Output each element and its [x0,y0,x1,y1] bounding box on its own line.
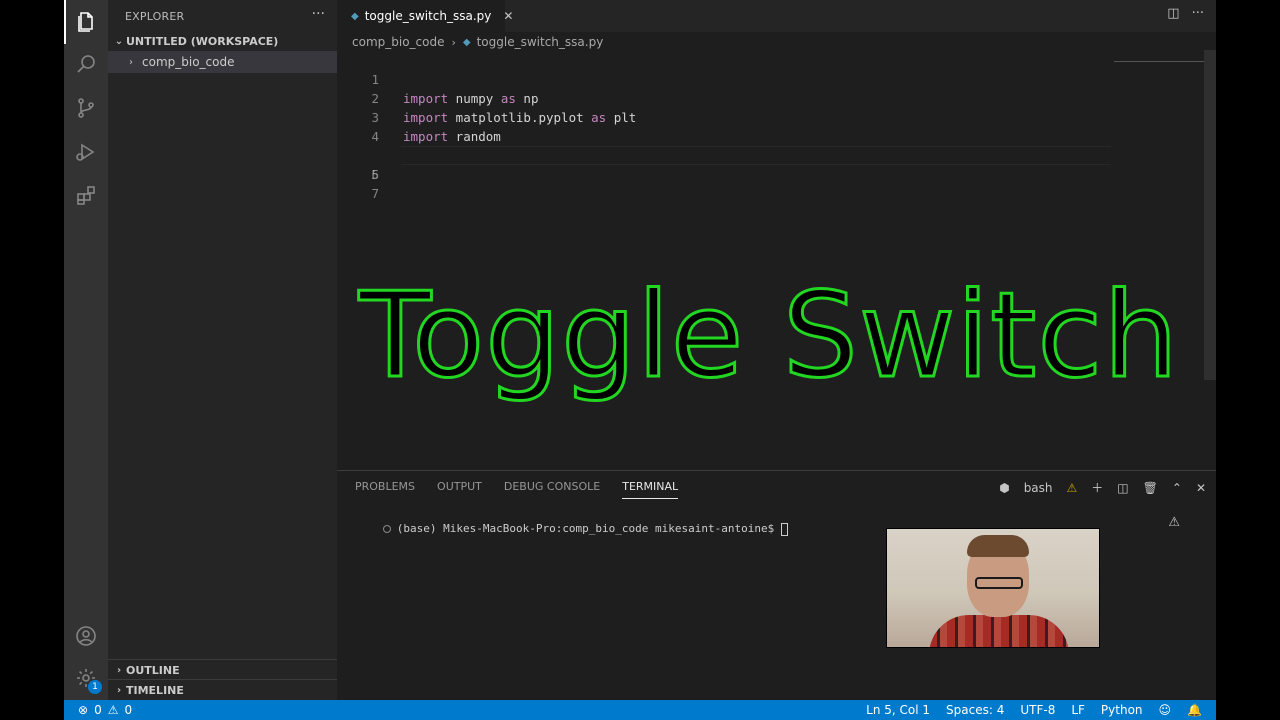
extensions-icon[interactable] [64,174,108,218]
run-debug-icon[interactable] [64,130,108,174]
source-control-icon[interactable] [64,86,108,130]
trash-icon[interactable]: 🗑 [1143,481,1158,495]
tab-debug-console[interactable]: DEBUG CONSOLE [504,480,600,499]
webcam-person-body [929,615,1069,647]
tab-problems[interactable]: PROBLEMS [355,480,415,499]
feedback-icon[interactable]: ☺ [1159,703,1172,717]
code-editor[interactable]: 1 import numpy as np 2 import matplotlib… [337,51,1216,201]
editor-tab[interactable]: ◆ toggle_switch_ssa.py ✕ [337,0,513,32]
language-mode[interactable]: Python [1101,703,1143,717]
webcam-overlay [886,528,1100,648]
chevron-right-icon: › [129,56,133,68]
split-terminal-icon[interactable]: ◫ [1117,481,1128,495]
terminal-shell-name[interactable]: bash [1024,481,1053,495]
status-problems[interactable]: ⊗ 0 ⚠ 0 [78,703,132,717]
notifications-bell-icon[interactable]: 🔔 [1187,703,1202,717]
settings-gear-icon[interactable]: 1 [64,656,108,700]
vscode-window: 1 EXPLORER ··· ⌄ UNTITLED (WORKSPACE) › … [64,0,1216,720]
explorer-files-icon[interactable] [64,0,108,44]
settings-badge: 1 [88,680,102,694]
video-title-overlay: Toggle Switch [357,265,1180,406]
split-editor-icon[interactable]: ◫ [1167,6,1179,21]
panel-actions: ⬢ bash ⚠ ＋ ◫ 🗑 ⌃ ✕ [999,479,1206,496]
outline-label: OUTLINE [126,664,180,677]
warning-icon: ⚠ [107,703,119,717]
circle-icon [382,525,391,533]
activity-bar: 1 [64,0,108,700]
close-panel-icon[interactable]: ✕ [1196,481,1206,495]
code-line[interactable]: 7 [337,165,1216,201]
line-number: 7 [371,186,379,201]
folder-tree-item[interactable]: › comp_bio_code [108,51,337,73]
explorer-sidebar: EXPLORER ··· ⌄ UNTITLED (WORKSPACE) › co… [108,0,337,700]
outline-section-header[interactable]: › OUTLINE [108,659,337,681]
status-right: Ln 5, Col 1 Spaces: 4 UTF-8 LF Python ☺ … [866,703,1202,717]
warning-icon: ⚠ [1066,480,1078,495]
account-icon[interactable] [64,614,108,658]
chevron-right-icon: › [116,685,122,696]
status-bar: ⊗ 0 ⚠ 0 Ln 5, Col 1 Spaces: 4 UTF-8 LF P… [64,700,1216,720]
code-line[interactable]: 6 [337,146,1216,182]
cursor-position[interactable]: Ln 5, Col 1 [866,703,930,717]
explorer-title: EXPLORER [125,10,185,23]
chevron-right-icon: › [116,665,122,676]
timeline-label: TIMELINE [126,684,184,697]
file-encoding[interactable]: UTF-8 [1020,703,1055,717]
error-icon: ⊗ [78,703,89,717]
breadcrumb-folder[interactable]: comp_bio_code [352,35,444,49]
minimap[interactable] [1114,50,1204,62]
code-line[interactable]: 2 import matplotlib.pyplot as plt [337,70,1216,125]
code-line-current[interactable]: 5 [337,127,1216,182]
end-of-line[interactable]: LF [1071,703,1085,717]
workspace-label: UNTITLED (WORKSPACE) [126,34,279,48]
terminal-line[interactable]: (base) Mikes-MacBook-Pro:comp_bio_code m… [343,509,788,549]
python-file-icon: ◆ [462,36,471,48]
code-line[interactable]: 4 [337,108,1216,144]
webcam-person-hair [967,535,1029,557]
new-terminal-icon[interactable]: ＋ [1091,479,1103,496]
code-line[interactable]: 1 import numpy as np [337,51,1216,106]
panel-tabs: PROBLEMS OUTPUT DEBUG CONSOLE TERMINAL [355,480,679,499]
terminal-prompt: (base) Mikes-MacBook-Pro:comp_bio_code m… [396,522,781,535]
webcam-person-glasses [975,577,1023,589]
folder-label: comp_bio_code [142,55,235,69]
tab-bar: ◆ toggle_switch_ssa.py ✕ ◫ ··· [337,0,1216,32]
close-icon[interactable]: ✕ [503,9,513,23]
tab-terminal[interactable]: TERMINAL [622,480,679,499]
timeline-section-header[interactable]: › TIMELINE [108,679,337,701]
python-file-icon: ◆ [351,10,359,22]
editor-actions: ◫ ··· [1167,6,1204,21]
code-line[interactable]: 3 import random [337,89,1216,144]
chevron-down-icon: ⌄ [114,35,124,47]
indentation[interactable]: Spaces: 4 [946,703,1004,717]
chevron-right-icon: › [451,35,456,49]
tab-output[interactable]: OUTPUT [437,480,482,499]
maximize-panel-icon[interactable]: ⌃ [1172,481,1182,495]
terminal-shell-icon: ⬢ [999,480,1010,495]
search-icon[interactable] [64,42,108,86]
warning-icon: ⚠ [1168,515,1180,530]
warning-count: 0 [124,703,133,717]
error-count: 0 [94,703,102,717]
editor-area: ◆ toggle_switch_ssa.py ✕ ◫ ··· comp_bio_… [337,0,1216,470]
more-actions-icon[interactable]: ··· [1192,6,1204,21]
tab-label: toggle_switch_ssa.py [364,9,492,23]
workspace-section-header[interactable]: ⌄ UNTITLED (WORKSPACE) [108,30,337,52]
terminal-cursor [780,522,788,536]
breadcrumb-file[interactable]: toggle_switch_ssa.py [477,35,604,49]
explorer-more-icon[interactable]: ··· [312,6,325,22]
editor-scrollbar[interactable] [1204,50,1216,380]
breadcrumb: comp_bio_code › ◆ toggle_switch_ssa.py [352,34,603,50]
